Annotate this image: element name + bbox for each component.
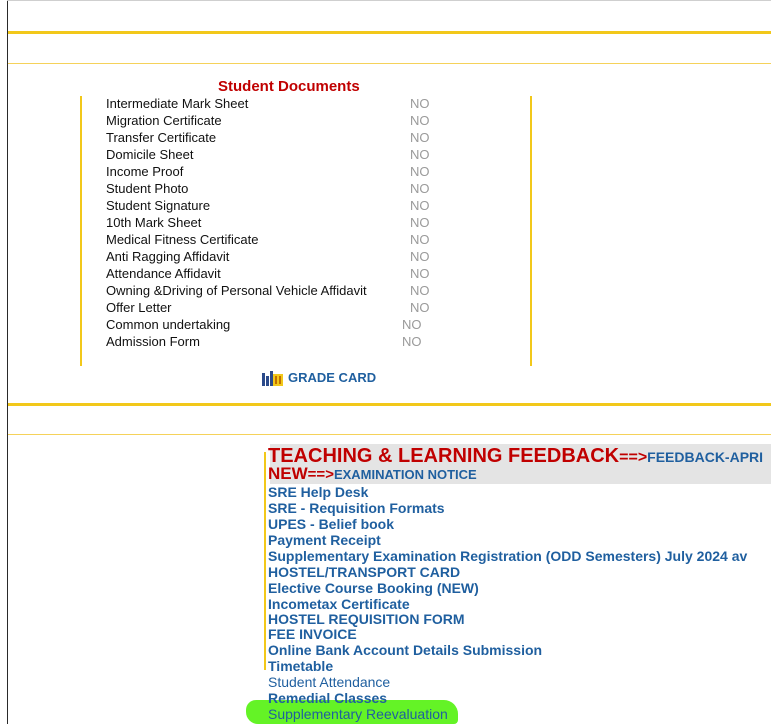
documents-right-bar [530, 96, 532, 366]
document-name: Income Proof [106, 164, 184, 179]
document-name: Student Photo [106, 181, 189, 196]
document-row: Migration Certificate NO [106, 113, 436, 130]
document-status: NO [402, 317, 422, 332]
document-row: Income Proof NO [106, 164, 436, 181]
documents-left-bar [80, 96, 82, 366]
document-name: Migration Certificate [106, 113, 222, 128]
document-row: Intermediate Mark Sheet NO [106, 96, 436, 113]
examination-notice-row: NEW==>EXAMINATION NOTICE [268, 464, 771, 484]
document-name: Offer Letter [106, 300, 172, 315]
link-elective-course-booking[interactable]: Elective Course Booking (NEW) [268, 580, 479, 596]
link-hostel-requisition-form[interactable]: HOSTEL REQUISITION FORM [268, 611, 465, 627]
student-documents-list: Intermediate Mark Sheet NO Migration Cert… [106, 96, 436, 351]
document-row: Student Signature NO [106, 198, 436, 215]
divider-top [8, 31, 771, 34]
link-supplementary-reevaluation[interactable]: Supplementary Reevaluation [268, 706, 448, 722]
document-status: NO [410, 266, 430, 281]
divider-top-thin [8, 63, 771, 64]
document-status: NO [410, 147, 430, 162]
document-row: Common undertaking NO [106, 317, 436, 334]
document-status: NO [402, 334, 422, 349]
document-status: NO [410, 96, 430, 111]
link-fee-invoice[interactable]: FEE INVOICE [268, 626, 357, 642]
document-row: Transfer Certificate NO [106, 130, 436, 147]
link-student-attendance[interactable]: Student Attendance [268, 674, 390, 690]
document-name: Admission Form [106, 334, 200, 349]
divider-middle-thin [8, 434, 771, 435]
link-sre-requisition-formats[interactable]: SRE - Requisition Formats [268, 500, 445, 516]
examination-notice-link[interactable]: EXAMINATION NOTICE [334, 467, 477, 482]
new-label: NEW [268, 464, 308, 483]
document-status: NO [410, 300, 430, 315]
link-timetable[interactable]: Timetable [268, 658, 333, 674]
document-status: NO [410, 181, 430, 196]
document-row: 10th Mark Sheet NO [106, 215, 436, 232]
new-arrow: ==> [307, 466, 334, 483]
document-status: NO [410, 198, 430, 213]
links-left-bar [264, 452, 266, 670]
document-name: Common undertaking [106, 317, 231, 332]
document-status: NO [410, 215, 430, 230]
link-online-bank-account-details[interactable]: Online Bank Account Details Submission [268, 642, 542, 658]
document-row: Admission Form NO [106, 334, 436, 351]
chart-icon [262, 371, 283, 386]
link-payment-receipt[interactable]: Payment Receipt [268, 532, 381, 548]
document-row: Domicile Sheet NO [106, 147, 436, 164]
document-status: NO [410, 232, 430, 247]
grade-card-label: GRADE CARD [288, 370, 377, 385]
document-name: Domicile Sheet [106, 147, 194, 162]
document-status: NO [410, 249, 430, 264]
document-status: NO [410, 130, 430, 145]
feedback-link[interactable]: FEEDBACK-APRI [647, 449, 763, 465]
document-row: Medical Fitness Certificate NO [106, 232, 436, 249]
student-documents-title: Student Documents [218, 78, 360, 95]
link-remedial-classes[interactable]: Remedial Classes [268, 690, 387, 706]
document-name: Owning &Driving of Personal Vehicle Affi… [106, 283, 367, 298]
document-status: NO [410, 113, 430, 128]
document-name: 10th Mark Sheet [106, 215, 202, 230]
page-frame-top-border [7, 0, 771, 1]
document-row: Owning &Driving of Personal Vehicle Affi… [106, 283, 436, 300]
link-hostel-transport-card[interactable]: HOSTEL/TRANSPORT CARD [268, 564, 460, 580]
divider-middle [8, 403, 771, 406]
link-upes-belief-book[interactable]: UPES - Belief book [268, 516, 394, 532]
document-row: Offer Letter NO [106, 300, 436, 317]
document-row: Anti Ragging Affidavit NO [106, 249, 436, 266]
document-name: Student Signature [106, 198, 211, 213]
document-name: Medical Fitness Certificate [106, 232, 259, 247]
document-name: Anti Ragging Affidavit [106, 249, 230, 264]
grade-card-link[interactable]: GRADE CARD [261, 370, 376, 386]
link-sre-help-desk[interactable]: SRE Help Desk [268, 484, 368, 500]
document-status: NO [410, 283, 430, 298]
link-incometax-certificate[interactable]: Incometax Certificate [268, 596, 410, 612]
document-status: NO [410, 164, 430, 179]
page-frame-left-border [7, 0, 8, 724]
link-supplementary-exam-registration[interactable]: Supplementary Examination Registration (… [268, 548, 747, 564]
document-name: Attendance Affidavit [106, 266, 221, 281]
document-name: Intermediate Mark Sheet [106, 96, 249, 111]
document-name: Transfer Certificate [106, 130, 217, 145]
document-row: Student Photo NO [106, 181, 436, 198]
document-row: Attendance Affidavit NO [106, 266, 436, 283]
